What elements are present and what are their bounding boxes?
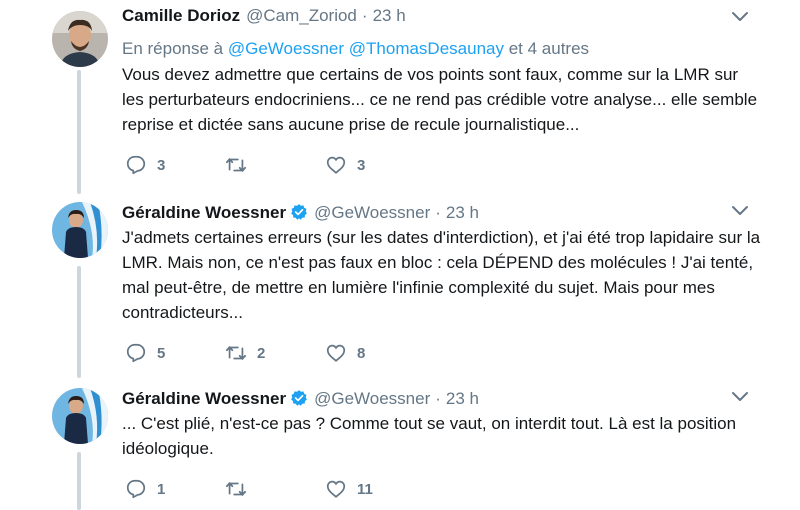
chevron-down-icon[interactable] <box>731 204 749 218</box>
author-handle[interactable]: @GeWoessner <box>314 389 430 409</box>
like-button[interactable]: 3 <box>325 152 365 178</box>
retweet-icon <box>225 346 247 360</box>
reply-icon <box>126 155 146 175</box>
avatar[interactable] <box>52 388 108 444</box>
verified-badge-icon <box>291 390 307 406</box>
tweet-text: ... C'est plié, n'est-ce pas ? Comme tou… <box>122 414 737 458</box>
avatar[interactable] <box>52 11 108 67</box>
author-name[interactable]: Camille Dorioz <box>122 6 240 26</box>
mention-link[interactable]: @ThomasDesaunay <box>349 39 504 58</box>
heart-icon <box>326 156 346 174</box>
retweet-count: 2 <box>257 344 266 362</box>
reply-button[interactable]: 3 <box>125 152 165 178</box>
like-count: 3 <box>357 156 366 174</box>
reply-count: 1 <box>157 480 166 498</box>
like-count: 8 <box>357 344 366 362</box>
like-count: 11 <box>357 480 373 498</box>
author-handle[interactable]: @Cam_Zoriod <box>246 6 357 26</box>
tweet[interactable]: Géraldine Woessner @GeWoessner · 23 h J'… <box>0 200 800 370</box>
separator: · <box>361 6 368 25</box>
avatar-photo <box>52 202 108 258</box>
reply-prefix: En réponse à <box>122 39 224 58</box>
separator: · <box>435 203 441 222</box>
author-name[interactable]: Géraldine Woessner <box>122 203 286 223</box>
chevron-down-icon[interactable] <box>731 390 749 404</box>
reply-icon <box>126 479 146 499</box>
avatar-photo <box>52 11 108 67</box>
tweet[interactable]: Camille Dorioz @Cam_Zoriod · 23 h En rép… <box>0 6 800 186</box>
timestamp[interactable]: 23 h <box>446 203 479 223</box>
reply-count: 3 <box>157 156 166 174</box>
like-button[interactable]: 8 <box>325 340 365 366</box>
timestamp[interactable]: 23 h <box>373 6 406 26</box>
retweet-button[interactable] <box>225 476 257 502</box>
avatar[interactable] <box>52 202 108 258</box>
mention-link[interactable]: @GeWoessner <box>228 39 344 58</box>
reply-button[interactable]: 5 <box>125 340 165 366</box>
heart-icon <box>326 344 346 362</box>
author-handle[interactable]: @GeWoessner <box>314 203 430 223</box>
retweet-icon <box>225 482 247 496</box>
verified-badge-icon <box>291 204 307 220</box>
retweet-icon <box>225 158 247 172</box>
retweet-button[interactable] <box>225 152 257 178</box>
heart-icon <box>326 480 346 498</box>
tweet-text: J'admets certaines erreurs (sur les date… <box>122 228 761 322</box>
reply-icon <box>126 343 146 363</box>
reply-count: 5 <box>157 344 166 362</box>
avatar-photo <box>52 388 108 444</box>
reply-context: En réponse à @GeWoessner @ThomasDesaunay… <box>122 39 589 59</box>
tweet-text: Vous devez admettre que certains de vos … <box>122 65 758 134</box>
like-button[interactable]: 11 <box>325 476 373 502</box>
separator: · <box>435 389 441 408</box>
author-name[interactable]: Géraldine Woessner <box>122 389 286 409</box>
timestamp[interactable]: 23 h <box>446 389 479 409</box>
reply-button[interactable]: 1 <box>125 476 165 502</box>
tweet[interactable]: Géraldine Woessner @GeWoessner · 23 h ..… <box>0 386 800 510</box>
chevron-down-icon[interactable] <box>731 10 749 24</box>
retweet-button[interactable]: 2 <box>225 340 265 366</box>
reply-others[interactable]: et 4 autres <box>509 39 589 58</box>
